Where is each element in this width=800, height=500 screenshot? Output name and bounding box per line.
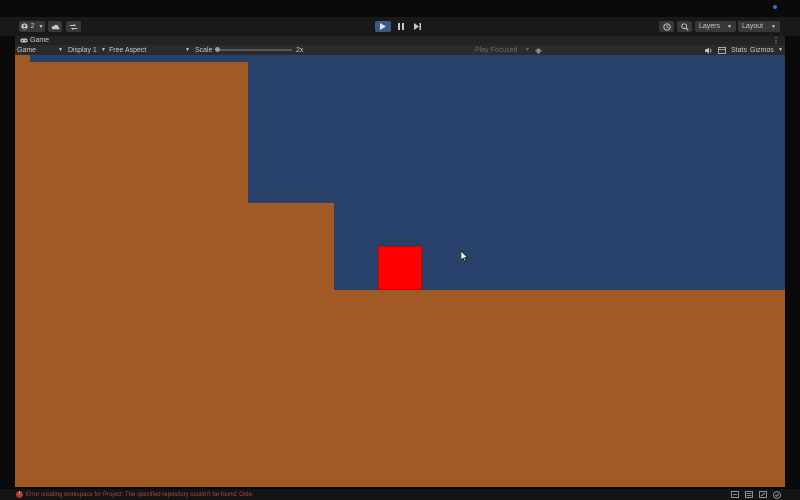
step-icon — [414, 23, 421, 30]
pause-button[interactable] — [393, 21, 408, 32]
layers-label: Layers — [699, 23, 721, 30]
chevron-down-icon: ▼ — [101, 47, 106, 53]
gizmos-dropdown[interactable]: Gizmos ▼ — [750, 46, 783, 54]
history-button[interactable] — [659, 21, 674, 32]
check-icon[interactable] — [773, 491, 781, 499]
chevron-down-icon: ▼ — [525, 47, 530, 53]
layers-status-icon[interactable] — [731, 491, 739, 498]
scale-slider[interactable] — [218, 49, 292, 51]
play-focused-label: Play Focused — [475, 46, 518, 54]
scale-label: Scale — [195, 46, 213, 54]
account-dropdown[interactable]: 2 ▼ — [19, 21, 45, 32]
search-button[interactable] — [677, 21, 692, 32]
audio-icon — [705, 46, 712, 54]
mode-select[interactable]: Game ▼ — [17, 46, 63, 54]
collab-button[interactable] — [66, 21, 81, 32]
display-select[interactable]: Display 1 ▼ — [68, 46, 106, 54]
account-icon — [20, 23, 28, 30]
chevron-down-icon: ▼ — [38, 23, 44, 30]
scale-value: 2x — [296, 46, 304, 54]
cloud-button[interactable] — [48, 21, 62, 32]
chevron-down-icon: ▼ — [185, 47, 190, 53]
more-options-icon[interactable]: ⋮ — [772, 36, 780, 45]
debug-icon — [535, 47, 542, 54]
status-bar: ! Error creating workspace for Project: … — [0, 489, 800, 500]
gizmos-label: Gizmos — [750, 46, 774, 54]
tab-game-label: Game — [30, 37, 50, 44]
chevron-down-icon: ▼ — [778, 47, 783, 53]
status-icons — [731, 491, 781, 499]
chevron-down-icon: ▼ — [771, 23, 776, 30]
grid-icon — [718, 46, 726, 54]
layout-label: Layout — [742, 23, 764, 30]
play-icon — [380, 23, 386, 30]
account-count: 2 — [30, 23, 35, 30]
stats-toggle[interactable]: Stats — [731, 46, 747, 54]
mode-select-label: Game — [17, 46, 37, 54]
history-icon — [662, 22, 671, 31]
sky-region-main — [248, 55, 785, 203]
play-button[interactable] — [375, 21, 391, 32]
chevron-down-icon: ▼ — [727, 23, 732, 30]
layers-dropdown[interactable]: Layers ▼ — [695, 21, 736, 32]
notification-dot — [773, 5, 777, 9]
tab-game[interactable]: Game — [15, 37, 49, 44]
main-toolbar: 2 ▼ Layers ▼ Layout ▼ — [0, 17, 800, 36]
aspect-select[interactable]: Free Aspect ▼ — [109, 46, 190, 54]
collab-icon — [69, 23, 78, 30]
mouse-cursor-icon — [461, 251, 469, 262]
player-square — [378, 246, 422, 290]
grid-toggle[interactable] — [718, 46, 726, 54]
search-icon — [680, 22, 689, 31]
step-button[interactable] — [410, 21, 425, 32]
pause-icon — [397, 23, 404, 30]
settings-icon[interactable] — [759, 491, 767, 498]
display-select-label: Display 1 — [68, 46, 97, 54]
game-viewport[interactable] — [15, 55, 785, 487]
error-icon: ! — [16, 491, 23, 498]
layout-dropdown[interactable]: Layout ▼ — [738, 21, 780, 32]
debug-toggle[interactable] — [535, 46, 542, 54]
cloud-icon — [51, 24, 59, 29]
game-tab-bar: Game ⋮ — [15, 36, 785, 45]
gamepad-icon — [20, 38, 28, 43]
play-focused-select[interactable]: Play Focused ▼ — [475, 46, 530, 54]
error-message[interactable]: Error creating workspace for Project: Th… — [26, 492, 253, 498]
game-view-toolbar: Game ▼ Display 1 ▼ Free Aspect ▼ Scale 2… — [15, 45, 785, 55]
audio-toggle[interactable] — [705, 46, 713, 54]
tasks-icon[interactable] — [745, 491, 753, 498]
scale-slider-thumb[interactable] — [215, 47, 220, 52]
chevron-down-icon: ▼ — [58, 47, 63, 53]
aspect-select-label: Free Aspect — [109, 46, 147, 54]
